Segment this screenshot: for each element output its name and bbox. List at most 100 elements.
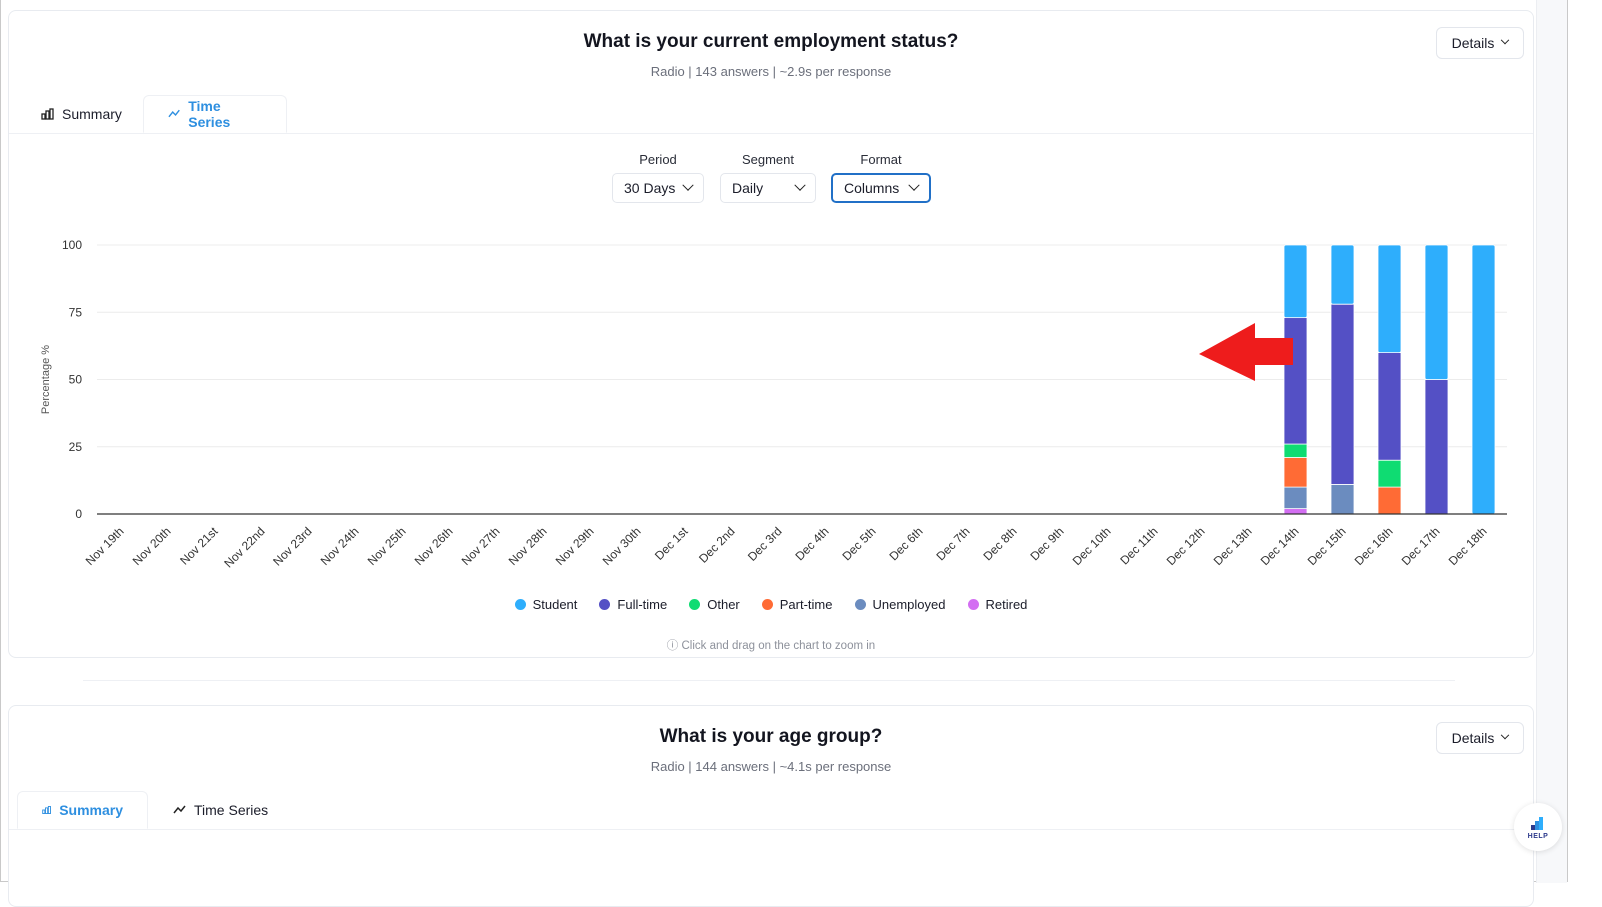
question-title: What is your age group? <box>659 726 883 747</box>
y-axis-label: Percentage % <box>40 345 52 414</box>
x-tick-label: Dec 18th <box>1446 524 1490 568</box>
bar-segment[interactable] <box>1424 379 1449 515</box>
x-tick-label: Dec 17th <box>1399 524 1443 568</box>
zoom-hint-text: Click and drag on the chart to zoom in <box>681 640 876 652</box>
period-label: Period <box>639 152 677 167</box>
details-button[interactable]: Details <box>1436 27 1524 59</box>
stacked-column-chart[interactable]: 0255075100Percentage %Nov 19th Nov 20th No… <box>1 211 1525 591</box>
x-tick-label: Nov 23rd <box>270 524 314 568</box>
legend-swatch-icon <box>761 599 773 610</box>
x-tick-label: Dec 3rd <box>745 524 785 564</box>
x-tick-label: Nov 25th <box>365 524 409 568</box>
legend-item[interactable]: Unemployed <box>854 597 946 612</box>
x-tick-label: Nov 28th <box>506 524 550 568</box>
bar-segment[interactable] <box>1471 244 1496 515</box>
x-tick-label: Dec 10th <box>1070 524 1114 568</box>
segment-select[interactable]: Daily <box>720 173 816 203</box>
tab-time-series[interactable]: Time Series <box>143 95 287 133</box>
x-tick-label: Nov 29th <box>553 524 597 568</box>
legend-label: Student <box>532 597 578 612</box>
x-tick-label: Nov 30th <box>600 524 644 568</box>
info-icon: ⓘ <box>666 640 682 652</box>
x-tick-label: Dec 12th <box>1164 524 1208 568</box>
legend-swatch-icon <box>689 599 701 610</box>
trend-line-icon <box>173 805 186 814</box>
tab-time-series[interactable]: Time Series <box>149 791 292 829</box>
y-tick-label: 100 <box>62 238 82 252</box>
bar-segment[interactable] <box>1377 459 1402 488</box>
tab-bar: Summary Time Series <box>9 791 1533 830</box>
x-tick-label: Nov 21st <box>177 524 221 568</box>
question-subtitle: Radio | 144 answers | ~4.1s per response <box>650 759 892 774</box>
zoom-hint: ⓘ Click and drag on the chart to zoom in <box>9 637 1533 653</box>
legend-item[interactable]: Full-time <box>599 597 667 612</box>
legend-item[interactable]: Part-time <box>761 597 833 612</box>
tab-summary[interactable]: Summary <box>17 791 148 829</box>
segment-label: Segment <box>741 152 795 167</box>
bar-segment[interactable] <box>1377 486 1402 515</box>
help-label: HELP <box>1527 832 1549 840</box>
segment-value: Daily <box>732 180 764 196</box>
bar-segment[interactable] <box>1283 443 1308 458</box>
tab-label: Time Series <box>188 98 231 130</box>
scrollbar-track[interactable] <box>1536 0 1567 883</box>
x-tick-label: Dec 11th <box>1117 524 1160 567</box>
format-value: Columns <box>844 180 900 196</box>
x-tick-label: Dec 1st <box>652 524 691 563</box>
bar-segment[interactable] <box>1377 244 1402 353</box>
legend-item[interactable]: Other <box>689 597 740 612</box>
format-select[interactable]: Columns <box>831 173 931 203</box>
x-tick-label: Dec 7th <box>933 524 972 563</box>
legend-swatch-icon <box>967 599 979 610</box>
question-card-employment: What is your current employment status? … <box>8 10 1534 658</box>
x-tick-label: Dec 2nd <box>696 524 738 566</box>
x-tick-label: Dec 16th <box>1352 524 1396 568</box>
bar-segment[interactable] <box>1283 244 1308 319</box>
legend-swatch-icon <box>599 599 611 610</box>
tab-summary[interactable]: Summary <box>17 95 146 133</box>
tab-label: Time Series <box>194 802 269 818</box>
question-subtitle: Radio | 143 answers | ~2.9s per response <box>650 64 892 79</box>
tab-label: Summary <box>62 106 122 122</box>
bar-chart-icon <box>42 806 51 814</box>
tab-bar: Summary Time Series <box>9 95 1533 134</box>
bar-segment[interactable] <box>1330 484 1355 515</box>
x-tick-label: Dec 15th <box>1305 524 1349 568</box>
bar-segment[interactable] <box>1424 244 1449 380</box>
bar-segment[interactable] <box>1283 457 1308 488</box>
period-select[interactable]: 30 Days <box>612 173 704 203</box>
details-button[interactable]: Details <box>1436 722 1524 754</box>
question-title: What is your current employment status? <box>583 31 959 52</box>
legend-label: Unemployed <box>872 597 946 612</box>
bar-segment[interactable] <box>1330 303 1355 485</box>
x-tick-label: Dec 9th <box>1027 524 1066 563</box>
red-arrow-annotation <box>1199 323 1293 381</box>
format-label: Format <box>860 152 902 167</box>
x-tick-label: Dec 6th <box>886 524 925 563</box>
y-tick-label: 25 <box>69 440 83 454</box>
legend-label: Other <box>707 597 740 612</box>
x-tick-label: Dec 8th <box>980 524 1019 563</box>
legend-item[interactable]: Retired <box>967 597 1027 612</box>
x-tick-label: Dec 14th <box>1258 524 1302 568</box>
legend-swatch-icon <box>854 599 866 610</box>
bar-segment[interactable] <box>1283 317 1308 445</box>
bar-segment[interactable] <box>1283 486 1308 510</box>
period-value: 30 Days <box>624 180 676 196</box>
details-label: Details <box>1451 35 1495 51</box>
y-tick-label: 50 <box>69 373 83 387</box>
bar-segment[interactable] <box>1283 508 1308 515</box>
section-divider <box>83 680 1455 681</box>
x-tick-label: Nov 22nd <box>221 524 267 570</box>
x-tick-label: Nov 19th <box>83 524 127 568</box>
bar-segment[interactable] <box>1330 244 1355 305</box>
chart-legend: Student Full-time Other Part-time Unemployed… <box>9 597 1533 612</box>
x-tick-label: Dec 5th <box>839 524 878 563</box>
legend-item[interactable]: Student <box>514 597 578 612</box>
x-tick-label: Nov 24th <box>318 524 362 568</box>
bar-segment[interactable] <box>1377 352 1402 461</box>
x-tick-label: Nov 26th <box>412 524 456 568</box>
legend-label: Full-time <box>617 597 668 612</box>
chevron-down-icon <box>1501 35 1510 45</box>
help-button[interactable]: HELP <box>1514 803 1562 851</box>
